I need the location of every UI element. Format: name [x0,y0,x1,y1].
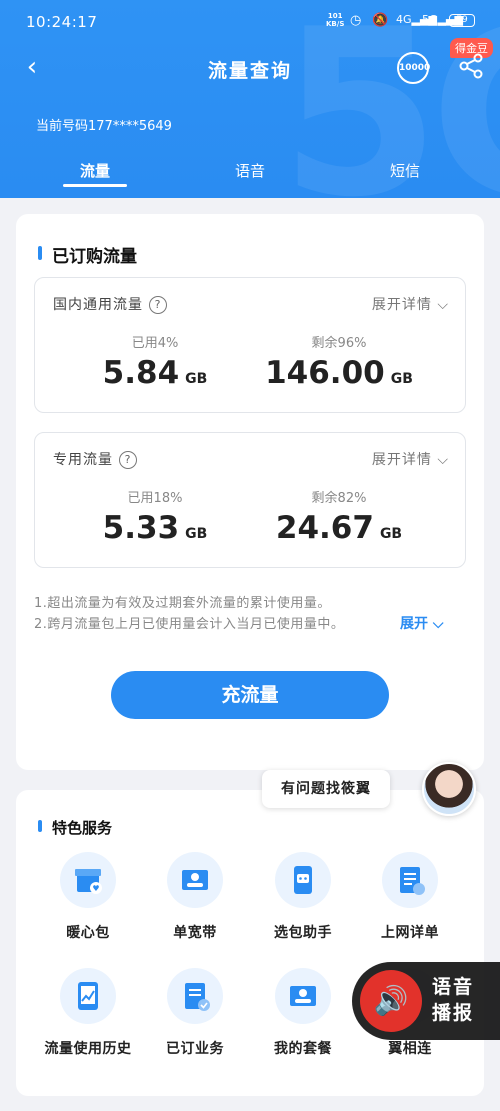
document-check-icon [167,968,223,1024]
feature-package-assistant[interactable]: 选包助手 [253,852,353,942]
mute-icon: 🔕 [372,13,389,28]
feature-warm-pack[interactable]: ♥ 暖心包 [38,852,138,942]
header: 5G 10:24:17 101KB/S ◷ 🔕 4G▂▄▆ 5G▂▄▆ 79 ‹… [0,0,500,198]
domestic-remain: 剩余96% 146.00 GB [265,336,413,391]
help-icon[interactable]: ? [119,451,137,469]
note-2: 2.跨月流量包上月已使用量会计入当月已使用量中。 [34,617,345,632]
gift-icon: ♥ [60,852,116,908]
tab-sms[interactable]: 短信 [365,160,445,181]
domestic-expand[interactable]: 展开详情 ⌵ [372,294,449,314]
speaker-icon: 🔊 [360,970,422,1032]
svg-text:♥: ♥ [92,884,99,893]
domestic-used: 已用4% 5.84 GB [102,336,208,391]
top-bar: ‹ 流量查询 10000 得金豆 [0,38,500,88]
feature-usage-history[interactable]: 流量使用历史 [38,968,138,1058]
battery-icon: 79 [449,14,475,27]
domestic-title: 国内通用流量? [53,294,167,314]
tab-data[interactable]: 流量 [55,160,135,181]
voice-broadcast-button[interactable]: 🔊 语音 播报 [352,962,500,1040]
dedicated-expand[interactable]: 展开详情 ⌵ [372,449,449,469]
feature-online-details[interactable]: 上网详单 [360,852,460,942]
customer-service-icon[interactable]: 10000 [397,52,430,84]
dedicated-title: 专用流量? [53,449,137,469]
id-card-icon [275,968,331,1024]
dedicated-data-box: 专用流量? 展开详情 ⌵ 已用18% 5.33 GB 剩余82% 24.67 GB [34,432,466,568]
section-bar [38,820,42,832]
expand-notes-link[interactable]: 展开 ⌵ [400,613,444,633]
chevron-down-icon: ⌵ [437,452,449,468]
dedicated-used: 已用18% 5.33 GB [102,491,208,546]
feature-broadband[interactable]: 单宽带 [145,852,245,942]
help-icon[interactable]: ? [149,296,167,314]
feature-my-plan[interactable]: 我的套餐 [253,968,353,1058]
chevron-down-icon: ⌵ [432,616,444,632]
recharge-data-button[interactable]: 充流量 [111,671,389,719]
feature-subscribed-services[interactable]: 已订业务 [145,968,245,1058]
status-time: 10:24:17 [26,13,98,31]
dedicated-remain: 剩余82% 24.67 GB [275,491,403,546]
section-bar [38,246,42,260]
tab-voice[interactable]: 语音 [210,160,290,181]
chart-phone-icon [60,968,116,1024]
robot-phone-icon [275,852,331,908]
net-speed: 101 KB/S [326,12,345,28]
phone-number: 当前号码177****5649 [36,119,172,134]
clipboard-icon [382,852,438,908]
alarm-icon: ◷ [350,13,362,28]
domestic-data-box: 国内通用流量? 展开详情 ⌵ 已用4% 5.84 GB 剩余96% 146.00 G… [34,277,466,413]
voice-broadcast-label: 语音 播报 [432,976,475,1024]
status-bar: 10:24:17 101 KB/S ◷ 🔕 4G▂▄▆ 5G▂▄▆ 79 [0,8,500,36]
share-icon[interactable] [458,52,484,80]
helper-tip[interactable]: 有问题找筱翼 [262,770,390,808]
section-title-features: 特色服务 [38,817,112,838]
broadband-card-icon [167,852,223,908]
note-1: 1.超出流量为有效及过期套外流量的累计使用量。 [34,596,331,611]
section-title-subscribed: 已订购流量 [38,242,137,267]
tab-indicator [63,184,127,187]
chevron-down-icon: ⌵ [437,297,449,313]
assistant-avatar[interactable] [422,762,476,816]
